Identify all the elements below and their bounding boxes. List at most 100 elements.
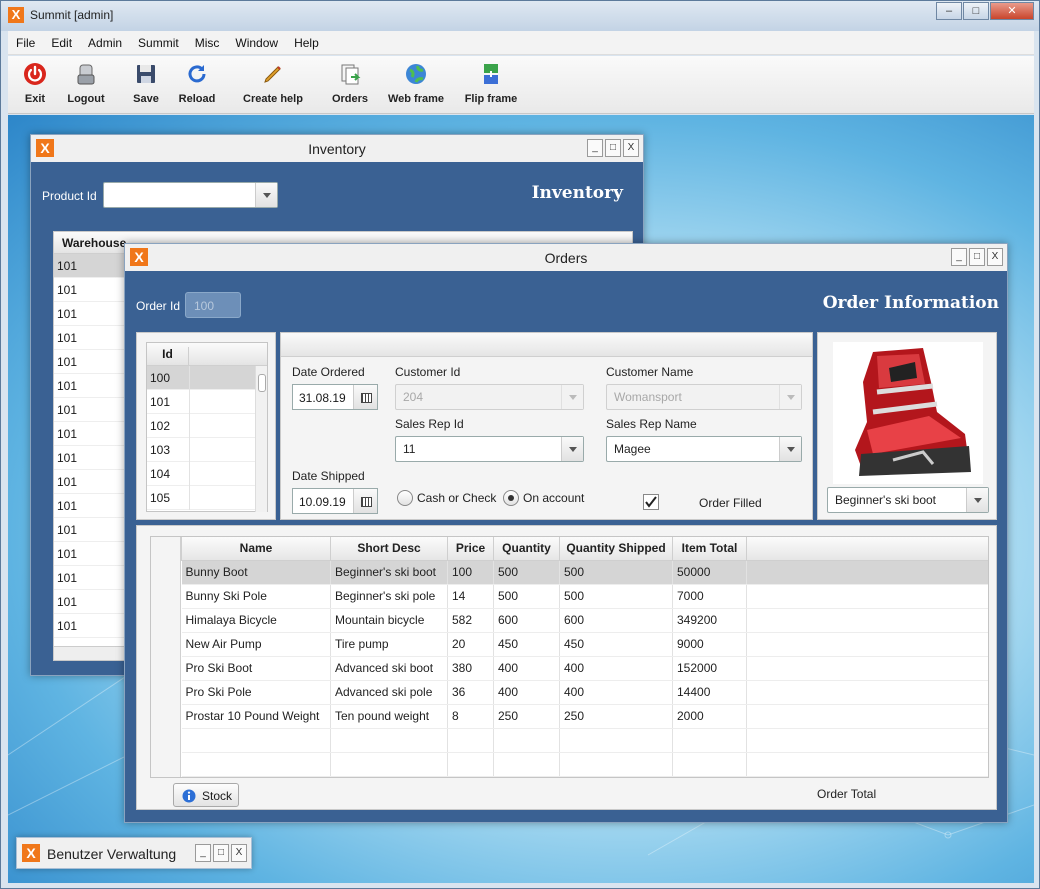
sales-rep-id-combo[interactable]: 11 bbox=[395, 436, 584, 462]
product-image-value: Beginner's ski boot bbox=[835, 493, 937, 507]
customer-id-label: Customer Id bbox=[395, 365, 461, 379]
order-item-row[interactable]: New Air Pump Tire pump 20 450 450 9000 bbox=[181, 632, 988, 657]
web-frame-button[interactable]: Web frame bbox=[386, 62, 446, 105]
order-item-row[interactable]: Bunny Ski Pole Beginner's ski pole 14 500 50… bbox=[181, 584, 988, 609]
menu-admin[interactable]: Admin bbox=[80, 31, 130, 55]
order-item-row[interactable]: Pro Ski Pole Advanced ski pole 36 400 400 144… bbox=[181, 680, 988, 705]
items-gutter bbox=[151, 537, 181, 777]
chevron-down-icon[interactable] bbox=[966, 488, 988, 512]
sales-rep-id-value: 11 bbox=[403, 442, 416, 456]
save-button[interactable]: Save bbox=[130, 62, 162, 105]
item-quantity-shipped-cell: 450 bbox=[559, 632, 673, 657]
id-column-divider bbox=[189, 414, 190, 438]
date-ordered-field[interactable]: 31.08.19 bbox=[292, 384, 378, 410]
on-account-radio[interactable] bbox=[503, 490, 519, 506]
inventory-title-bar[interactable]: X Inventory _ □ X bbox=[31, 135, 643, 162]
product-image-combo[interactable]: Beginner's ski boot bbox=[827, 487, 989, 513]
orders-close-button[interactable]: X bbox=[987, 248, 1003, 266]
order-item-row[interactable]: Himalaya Bicycle Mountain bicycle 582 600 60… bbox=[181, 608, 988, 633]
inventory-maximize-button[interactable]: □ bbox=[605, 139, 621, 157]
name-column-header[interactable]: Name bbox=[181, 537, 331, 561]
item-quantity-cell: 600 bbox=[493, 608, 560, 633]
menu-summit[interactable]: Summit bbox=[130, 31, 187, 55]
item-total-column-header[interactable]: Item Total bbox=[672, 537, 747, 561]
orders-button[interactable]: Orders bbox=[328, 62, 372, 105]
close-button[interactable]: ✕ bbox=[990, 2, 1034, 20]
order-total-label: Order Total bbox=[817, 787, 877, 801]
user-admin-maximize-button[interactable]: □ bbox=[213, 844, 229, 862]
order-id-row[interactable]: 101 bbox=[147, 390, 255, 414]
price-column-header[interactable]: Price bbox=[447, 537, 494, 561]
stock-button[interactable]: Stock bbox=[173, 783, 239, 807]
exit-button[interactable]: Exit bbox=[20, 62, 50, 105]
chevron-down-icon[interactable] bbox=[561, 437, 583, 461]
order-id-row[interactable]: 105 bbox=[147, 486, 255, 510]
order-item-row[interactable]: Prostar 10 Pound Weight Ten pound weight 8… bbox=[181, 704, 988, 729]
stock-button-label: Stock bbox=[202, 789, 233, 803]
maximize-button[interactable]: □ bbox=[963, 2, 989, 20]
item-price-cell: 100 bbox=[447, 560, 494, 585]
logout-button[interactable]: Logout bbox=[63, 62, 109, 105]
calendar-icon[interactable] bbox=[353, 385, 377, 409]
order-detail-panel: Date Ordered 31.08.19 Date Shipped 10.09… bbox=[280, 332, 813, 520]
item-quantity-cell: 250 bbox=[493, 704, 560, 729]
product-id-label: Product Id bbox=[42, 189, 97, 203]
order-item-row[interactable]: Bunny Boot Beginner's ski boot 100 500 500 50… bbox=[181, 560, 988, 585]
order-id-row[interactable]: 102 bbox=[147, 414, 255, 438]
item-total-cell: 9000 bbox=[672, 632, 747, 657]
orders-maximize-button[interactable]: □ bbox=[969, 248, 985, 266]
quantity-shipped-column-header[interactable]: Quantity Shipped bbox=[559, 537, 673, 561]
menu-window[interactable]: Window bbox=[227, 31, 286, 55]
main-window: X Summit [admin] – □ ✕ File Edit Admin Summ… bbox=[0, 0, 1040, 889]
item-price-cell: 20 bbox=[447, 632, 494, 657]
reload-button[interactable]: Reload bbox=[176, 62, 218, 105]
id-list-scrollbar[interactable] bbox=[255, 366, 267, 512]
user-admin-close-button[interactable]: X bbox=[231, 844, 247, 862]
minimize-button[interactable]: – bbox=[936, 2, 962, 20]
orders-title-bar[interactable]: X Orders _ □ X bbox=[125, 244, 1007, 271]
empty-cell bbox=[493, 752, 560, 777]
user-admin-minimize-button[interactable]: _ bbox=[195, 844, 211, 862]
menu-edit[interactable]: Edit bbox=[43, 31, 80, 55]
user-admin-minimized-window[interactable]: X Benutzer Verwaltung _ □ X bbox=[16, 837, 252, 869]
orders-minimize-button[interactable]: _ bbox=[951, 248, 967, 266]
inventory-minimize-button[interactable]: _ bbox=[587, 139, 603, 157]
warehouse-column-header[interactable]: Warehouse bbox=[62, 236, 126, 250]
exit-label: Exit bbox=[24, 93, 46, 105]
user-admin-title: Benutzer Verwaltung bbox=[47, 846, 177, 862]
id-column-header[interactable]: Id bbox=[147, 347, 189, 366]
item-total-cell: 152000 bbox=[672, 656, 747, 681]
order-id-row[interactable]: 103 bbox=[147, 438, 255, 462]
order-item-row[interactable]: Pro Ski Boot Advanced ski boot 380 400 400 15… bbox=[181, 656, 988, 681]
warehouse-cell: 101 bbox=[57, 427, 78, 441]
empty-cell bbox=[746, 560, 988, 585]
sales-rep-name-combo[interactable]: Magee bbox=[606, 436, 802, 462]
chevron-down-icon[interactable] bbox=[255, 183, 277, 207]
menu-help[interactable]: Help bbox=[286, 31, 327, 55]
create-help-button[interactable]: Create help bbox=[240, 62, 306, 105]
empty-cell bbox=[746, 584, 988, 609]
web-frame-icon bbox=[406, 64, 426, 84]
menu-file[interactable]: File bbox=[8, 31, 43, 55]
order-id-field[interactable]: 100 bbox=[185, 292, 241, 318]
order-id-row[interactable]: 100 bbox=[147, 366, 255, 390]
calendar-icon[interactable] bbox=[353, 489, 377, 513]
product-id-combo[interactable] bbox=[103, 182, 278, 208]
flip-frame-button[interactable]: Flip frame bbox=[463, 62, 519, 105]
create-help-label: Create help bbox=[243, 93, 303, 105]
flip-frame-label: Flip frame bbox=[464, 93, 518, 105]
date-shipped-field[interactable]: 10.09.19 bbox=[292, 488, 378, 514]
order-filled-checkbox[interactable] bbox=[643, 494, 659, 510]
chevron-down-icon[interactable] bbox=[779, 437, 801, 461]
quantity-column-header[interactable]: Quantity bbox=[493, 537, 560, 561]
date-shipped-value: 10.09.19 bbox=[299, 495, 346, 509]
menu-misc[interactable]: Misc bbox=[187, 31, 228, 55]
menu-bar: File Edit Admin Summit Misc Window Help bbox=[8, 31, 1034, 55]
inventory-close-button[interactable]: X bbox=[623, 139, 639, 157]
scroll-thumb[interactable] bbox=[258, 374, 266, 392]
order-id-cell: 101 bbox=[150, 395, 171, 409]
order-id-row[interactable]: 104 bbox=[147, 462, 255, 486]
cash-or-check-radio[interactable] bbox=[397, 490, 413, 506]
item-total-cell: 50000 bbox=[672, 560, 747, 585]
short-desc-column-header[interactable]: Short Desc bbox=[330, 537, 448, 561]
